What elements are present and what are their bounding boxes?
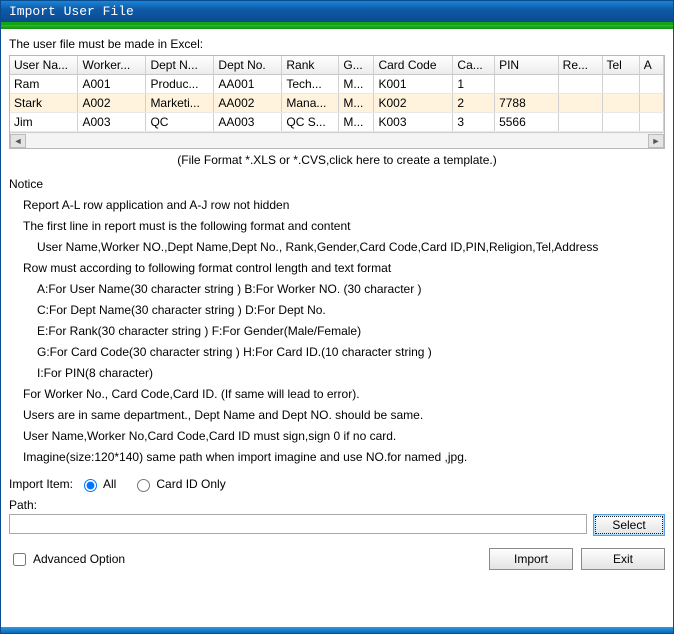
advanced-checkbox[interactable]: [13, 553, 26, 566]
notice-line: G:For Card Code(30 character string ) H:…: [9, 342, 665, 363]
notice-line: User Name,Worker No,Card Code,Card ID mu…: [9, 426, 665, 447]
scroll-track[interactable]: [26, 134, 648, 148]
column-header[interactable]: Card Code: [374, 56, 453, 75]
column-header[interactable]: PIN: [495, 56, 559, 75]
scroll-right-arrow[interactable]: ►: [648, 134, 664, 148]
footer-strip: [1, 627, 673, 633]
column-header[interactable]: G...: [339, 56, 374, 75]
radio-cardid[interactable]: [137, 479, 150, 492]
table-cell: [558, 94, 602, 113]
table-cell: QC: [146, 113, 214, 132]
notice-line: I:For PIN(8 character): [9, 363, 665, 384]
table-cell: K002: [374, 94, 453, 113]
table-cell: 5566: [495, 113, 559, 132]
column-header[interactable]: Worker...: [78, 56, 146, 75]
table-cell: [602, 75, 639, 94]
table-cell: Marketi...: [146, 94, 214, 113]
notice-line: Report A-L row application and A-J row n…: [9, 195, 665, 216]
notice-line: E:For Rank(30 character string ) F:For G…: [9, 321, 665, 342]
advanced-label: Advanced Option: [33, 552, 125, 566]
bottom-row: Advanced Option Import Exit: [9, 548, 665, 570]
table-cell: Tech...: [282, 75, 339, 94]
table-cell: AA002: [214, 94, 282, 113]
table-cell: 3: [453, 113, 495, 132]
user-grid[interactable]: User Na...Worker...Dept N...Dept No.Rank…: [9, 55, 665, 149]
table-cell: Ram: [10, 75, 78, 94]
table-cell: Jim: [10, 113, 78, 132]
table-cell: M...: [339, 75, 374, 94]
table-cell: [558, 75, 602, 94]
column-header[interactable]: Dept N...: [146, 56, 214, 75]
window-title: Import User File: [9, 4, 134, 19]
notice-heading: Notice: [9, 177, 665, 191]
notice-line: Users are in same department., Dept Name…: [9, 405, 665, 426]
table-cell: [602, 94, 639, 113]
table-cell: [558, 113, 602, 132]
template-link[interactable]: (File Format *.XLS or *.CVS,click here t…: [9, 153, 665, 167]
notice-line: User Name,Worker NO.,Dept Name,Dept No.,…: [9, 237, 665, 258]
table-row[interactable]: JimA003QCAA003QC S...M...K00335566: [10, 113, 664, 132]
table-cell: A001: [78, 75, 146, 94]
radio-all[interactable]: [84, 479, 97, 492]
notice-line: Row must according to following format c…: [9, 258, 665, 279]
import-item-cardid[interactable]: Card ID Only: [132, 476, 225, 492]
column-header[interactable]: A: [639, 56, 663, 75]
path-label: Path:: [9, 498, 665, 512]
notice-body: Report A-L row application and A-J row n…: [9, 195, 665, 468]
instruction-text: The user file must be made in Excel:: [9, 37, 665, 51]
notice-line: The first line in report must is the fol…: [9, 216, 665, 237]
table-cell: QC S...: [282, 113, 339, 132]
table-cell: [639, 113, 663, 132]
notice-line: Imagine(size:120*140) same path when imp…: [9, 447, 665, 468]
table-cell: Produc...: [146, 75, 214, 94]
table-cell: 1: [453, 75, 495, 94]
table-cell: [639, 94, 663, 113]
notice-line: A:For User Name(30 character string ) B:…: [9, 279, 665, 300]
table-cell: M...: [339, 94, 374, 113]
table-cell: [495, 75, 559, 94]
import-item-all[interactable]: All: [79, 476, 116, 492]
table-cell: 7788: [495, 94, 559, 113]
path-row: Path: Select: [9, 498, 665, 536]
table-cell: A002: [78, 94, 146, 113]
radio-all-label: All: [103, 477, 116, 491]
import-button[interactable]: Import: [489, 548, 573, 570]
titlebar: Import User File: [1, 1, 673, 25]
column-header[interactable]: Ca...: [453, 56, 495, 75]
table-cell: M...: [339, 113, 374, 132]
table-cell: [602, 113, 639, 132]
column-header[interactable]: Dept No.: [214, 56, 282, 75]
column-header[interactable]: User Na...: [10, 56, 78, 75]
table-cell: AA003: [214, 113, 282, 132]
import-item-row: Import Item: All Card ID Only: [9, 476, 665, 492]
advanced-option[interactable]: Advanced Option: [9, 550, 125, 569]
column-header[interactable]: Re...: [558, 56, 602, 75]
grid-horizontal-scrollbar[interactable]: ◄ ►: [10, 132, 664, 148]
column-header[interactable]: Tel: [602, 56, 639, 75]
table-cell: K001: [374, 75, 453, 94]
table-cell: 2: [453, 94, 495, 113]
table-row[interactable]: RamA001Produc...AA001Tech...M...K0011: [10, 75, 664, 94]
table-row[interactable]: StarkA002Marketi...AA002Mana...M...K0022…: [10, 94, 664, 113]
table-cell: Mana...: [282, 94, 339, 113]
table-cell: Stark: [10, 94, 78, 113]
radio-cardid-label: Card ID Only: [156, 477, 225, 491]
notice-line: C:For Dept Name(30 character string ) D:…: [9, 300, 665, 321]
table-cell: AA001: [214, 75, 282, 94]
import-item-label: Import Item:: [9, 477, 73, 491]
scroll-left-arrow[interactable]: ◄: [10, 134, 26, 148]
table-cell: A003: [78, 113, 146, 132]
table-cell: [639, 75, 663, 94]
table-cell: K003: [374, 113, 453, 132]
import-user-file-window: Import User File The user file must be m…: [0, 0, 674, 634]
content-area: The user file must be made in Excel: Use…: [1, 29, 673, 627]
select-button[interactable]: Select: [593, 514, 665, 536]
path-input[interactable]: [9, 514, 587, 534]
notice-line: For Worker No., Card Code,Card ID. (If s…: [9, 384, 665, 405]
column-header[interactable]: Rank: [282, 56, 339, 75]
exit-button[interactable]: Exit: [581, 548, 665, 570]
